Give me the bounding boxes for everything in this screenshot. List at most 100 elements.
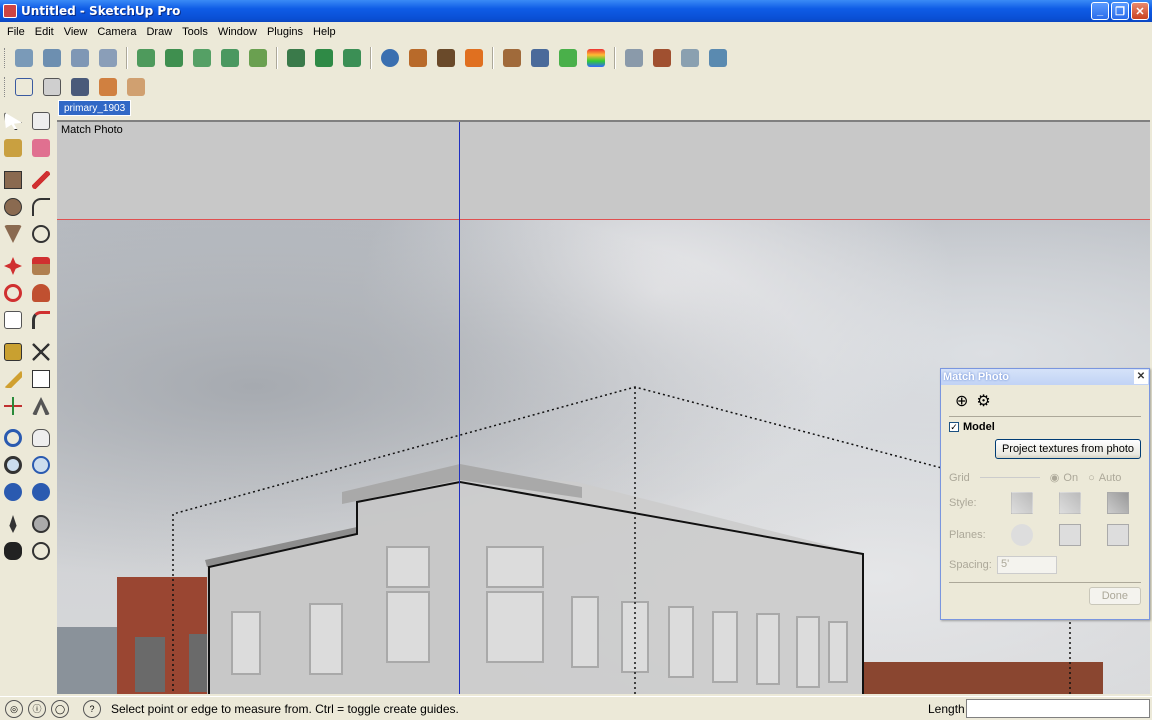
scene-tab[interactable]: primary_1903 bbox=[58, 100, 132, 116]
tape-measure-icon[interactable] bbox=[1, 340, 25, 364]
save-icon[interactable] bbox=[68, 46, 92, 70]
plane-1-icon[interactable] bbox=[1011, 524, 1033, 546]
polygon-tool-icon[interactable] bbox=[1, 222, 25, 246]
close-icon[interactable]: ✕ bbox=[1134, 370, 1148, 384]
dimension-tool-icon[interactable] bbox=[29, 340, 53, 364]
menu-window[interactable]: Window bbox=[213, 26, 262, 38]
menu-view[interactable]: View bbox=[59, 26, 93, 38]
materials-icon[interactable] bbox=[584, 46, 608, 70]
menu-tools[interactable]: Tools bbox=[177, 26, 213, 38]
move-tool-icon[interactable] bbox=[1, 254, 25, 278]
zoom-window-icon[interactable] bbox=[29, 453, 53, 477]
freehand-tool-icon[interactable] bbox=[29, 222, 53, 246]
3d-text-tool-icon[interactable] bbox=[29, 394, 53, 418]
left-view-icon[interactable] bbox=[650, 46, 674, 70]
maximize-button[interactable]: ❐ bbox=[1111, 2, 1129, 20]
project-textures-button[interactable]: Project textures from photo bbox=[994, 439, 1141, 459]
eraser-icon[interactable] bbox=[29, 136, 53, 160]
sketchup-app-icon[interactable] bbox=[3, 4, 17, 18]
axes-tool-icon[interactable] bbox=[1, 394, 25, 418]
open-icon[interactable] bbox=[40, 46, 64, 70]
circle-tool-icon[interactable] bbox=[1, 195, 25, 219]
zoom-extents-tool-icon[interactable] bbox=[29, 480, 53, 504]
geo-location-icon[interactable]: ◎ bbox=[5, 699, 23, 718]
groups-icon[interactable] bbox=[162, 46, 186, 70]
position-camera-icon[interactable] bbox=[1, 512, 25, 536]
push-pull-icon[interactable] bbox=[312, 46, 336, 70]
orbit-tool-icon[interactable] bbox=[1, 426, 25, 450]
zoom-tool-icon[interactable] bbox=[1, 453, 25, 477]
right-view-icon[interactable] bbox=[678, 46, 702, 70]
move-icon[interactable] bbox=[340, 46, 364, 70]
credits-icon[interactable]: ⓘ bbox=[28, 699, 46, 718]
minimize-button[interactable]: _ bbox=[1091, 2, 1109, 20]
arc-tool-icon[interactable] bbox=[29, 195, 53, 219]
toolbar-grip[interactable] bbox=[4, 76, 7, 97]
offset-tool-icon[interactable] bbox=[29, 308, 53, 332]
protractor-icon[interactable] bbox=[1, 367, 25, 391]
close-button[interactable]: ✕ bbox=[1131, 2, 1149, 20]
match-photo-titlebar[interactable]: Match Photo ✕ bbox=[941, 369, 1149, 385]
grid-style-2-icon[interactable] bbox=[1059, 492, 1081, 514]
sandbox-icon[interactable] bbox=[246, 46, 270, 70]
select-icon[interactable] bbox=[434, 46, 458, 70]
follow-me-tool-icon[interactable] bbox=[29, 281, 53, 305]
eraser-tool-icon[interactable] bbox=[29, 109, 53, 133]
help-icon[interactable]: ? bbox=[83, 699, 101, 718]
previous-view-icon[interactable] bbox=[1, 480, 25, 504]
text-tool-icon[interactable] bbox=[29, 367, 53, 391]
scale-tool-icon[interactable] bbox=[1, 308, 25, 332]
add-detail-icon[interactable] bbox=[218, 46, 242, 70]
menu-camera[interactable]: Camera bbox=[92, 26, 141, 38]
menu-plugins[interactable]: Plugins bbox=[262, 26, 308, 38]
pencil-icon[interactable] bbox=[29, 168, 53, 192]
look-around-icon[interactable] bbox=[29, 512, 53, 536]
iso-view-icon[interactable] bbox=[500, 46, 524, 70]
wireframe-icon[interactable] bbox=[12, 75, 36, 99]
spacing-input[interactable]: 5' bbox=[997, 556, 1057, 574]
warning-icon[interactable] bbox=[462, 46, 486, 70]
blue-axis-line bbox=[459, 122, 460, 694]
scenes-icon[interactable] bbox=[124, 75, 148, 99]
back-view-icon[interactable] bbox=[706, 46, 730, 70]
components-icon[interactable] bbox=[134, 46, 158, 70]
menu-file[interactable]: File bbox=[2, 26, 30, 38]
grid-auto-radio[interactable]: ○ bbox=[1088, 472, 1095, 484]
settings-gear-icon[interactable]: ⚙ bbox=[976, 394, 990, 410]
walk-tool-icon[interactable] bbox=[1, 539, 25, 563]
menu-help[interactable]: Help bbox=[308, 26, 341, 38]
select-tool-icon[interactable] bbox=[1, 109, 25, 133]
front-view-icon[interactable] bbox=[622, 46, 646, 70]
house-view-icon[interactable] bbox=[528, 46, 552, 70]
grid-style-3-icon[interactable] bbox=[1107, 492, 1129, 514]
cut-icon[interactable] bbox=[96, 46, 120, 70]
paint-bucket-icon[interactable] bbox=[1, 136, 25, 160]
grid-style-1-icon[interactable] bbox=[1011, 492, 1033, 514]
plane-3-icon[interactable] bbox=[1107, 524, 1129, 546]
zoom-extents-icon[interactable] bbox=[378, 46, 402, 70]
grid-on-radio[interactable]: ◉ bbox=[1050, 471, 1060, 484]
rotate-tool-icon[interactable] bbox=[1, 281, 25, 305]
toolbar-separator bbox=[370, 46, 372, 69]
rectangle-tool-icon[interactable] bbox=[1, 168, 25, 192]
toolbar-grip[interactable] bbox=[4, 47, 7, 68]
terrain-icon[interactable] bbox=[190, 46, 214, 70]
filter-icon[interactable] bbox=[406, 46, 430, 70]
shaded-texture-icon[interactable] bbox=[68, 75, 92, 99]
done-button[interactable]: Done bbox=[1088, 587, 1141, 605]
add-photo-icon[interactable]: ⊕ bbox=[955, 394, 968, 410]
flip-icon[interactable] bbox=[284, 46, 308, 70]
new-icon[interactable] bbox=[12, 46, 36, 70]
pan-tool-icon[interactable] bbox=[29, 426, 53, 450]
plane-2-icon[interactable] bbox=[1059, 524, 1081, 546]
menu-draw[interactable]: Draw bbox=[141, 26, 177, 38]
model-checkbox[interactable]: ✓ bbox=[949, 422, 959, 432]
length-input[interactable] bbox=[966, 699, 1150, 718]
color-cube-icon[interactable] bbox=[556, 46, 580, 70]
section-plane-icon[interactable] bbox=[29, 539, 53, 563]
hidden-line-icon[interactable] bbox=[40, 75, 64, 99]
menu-edit[interactable]: Edit bbox=[30, 26, 59, 38]
user-icon[interactable]: ◯ bbox=[51, 699, 69, 718]
push-pull-tool-icon[interactable] bbox=[29, 254, 53, 278]
layers-icon[interactable] bbox=[96, 75, 120, 99]
